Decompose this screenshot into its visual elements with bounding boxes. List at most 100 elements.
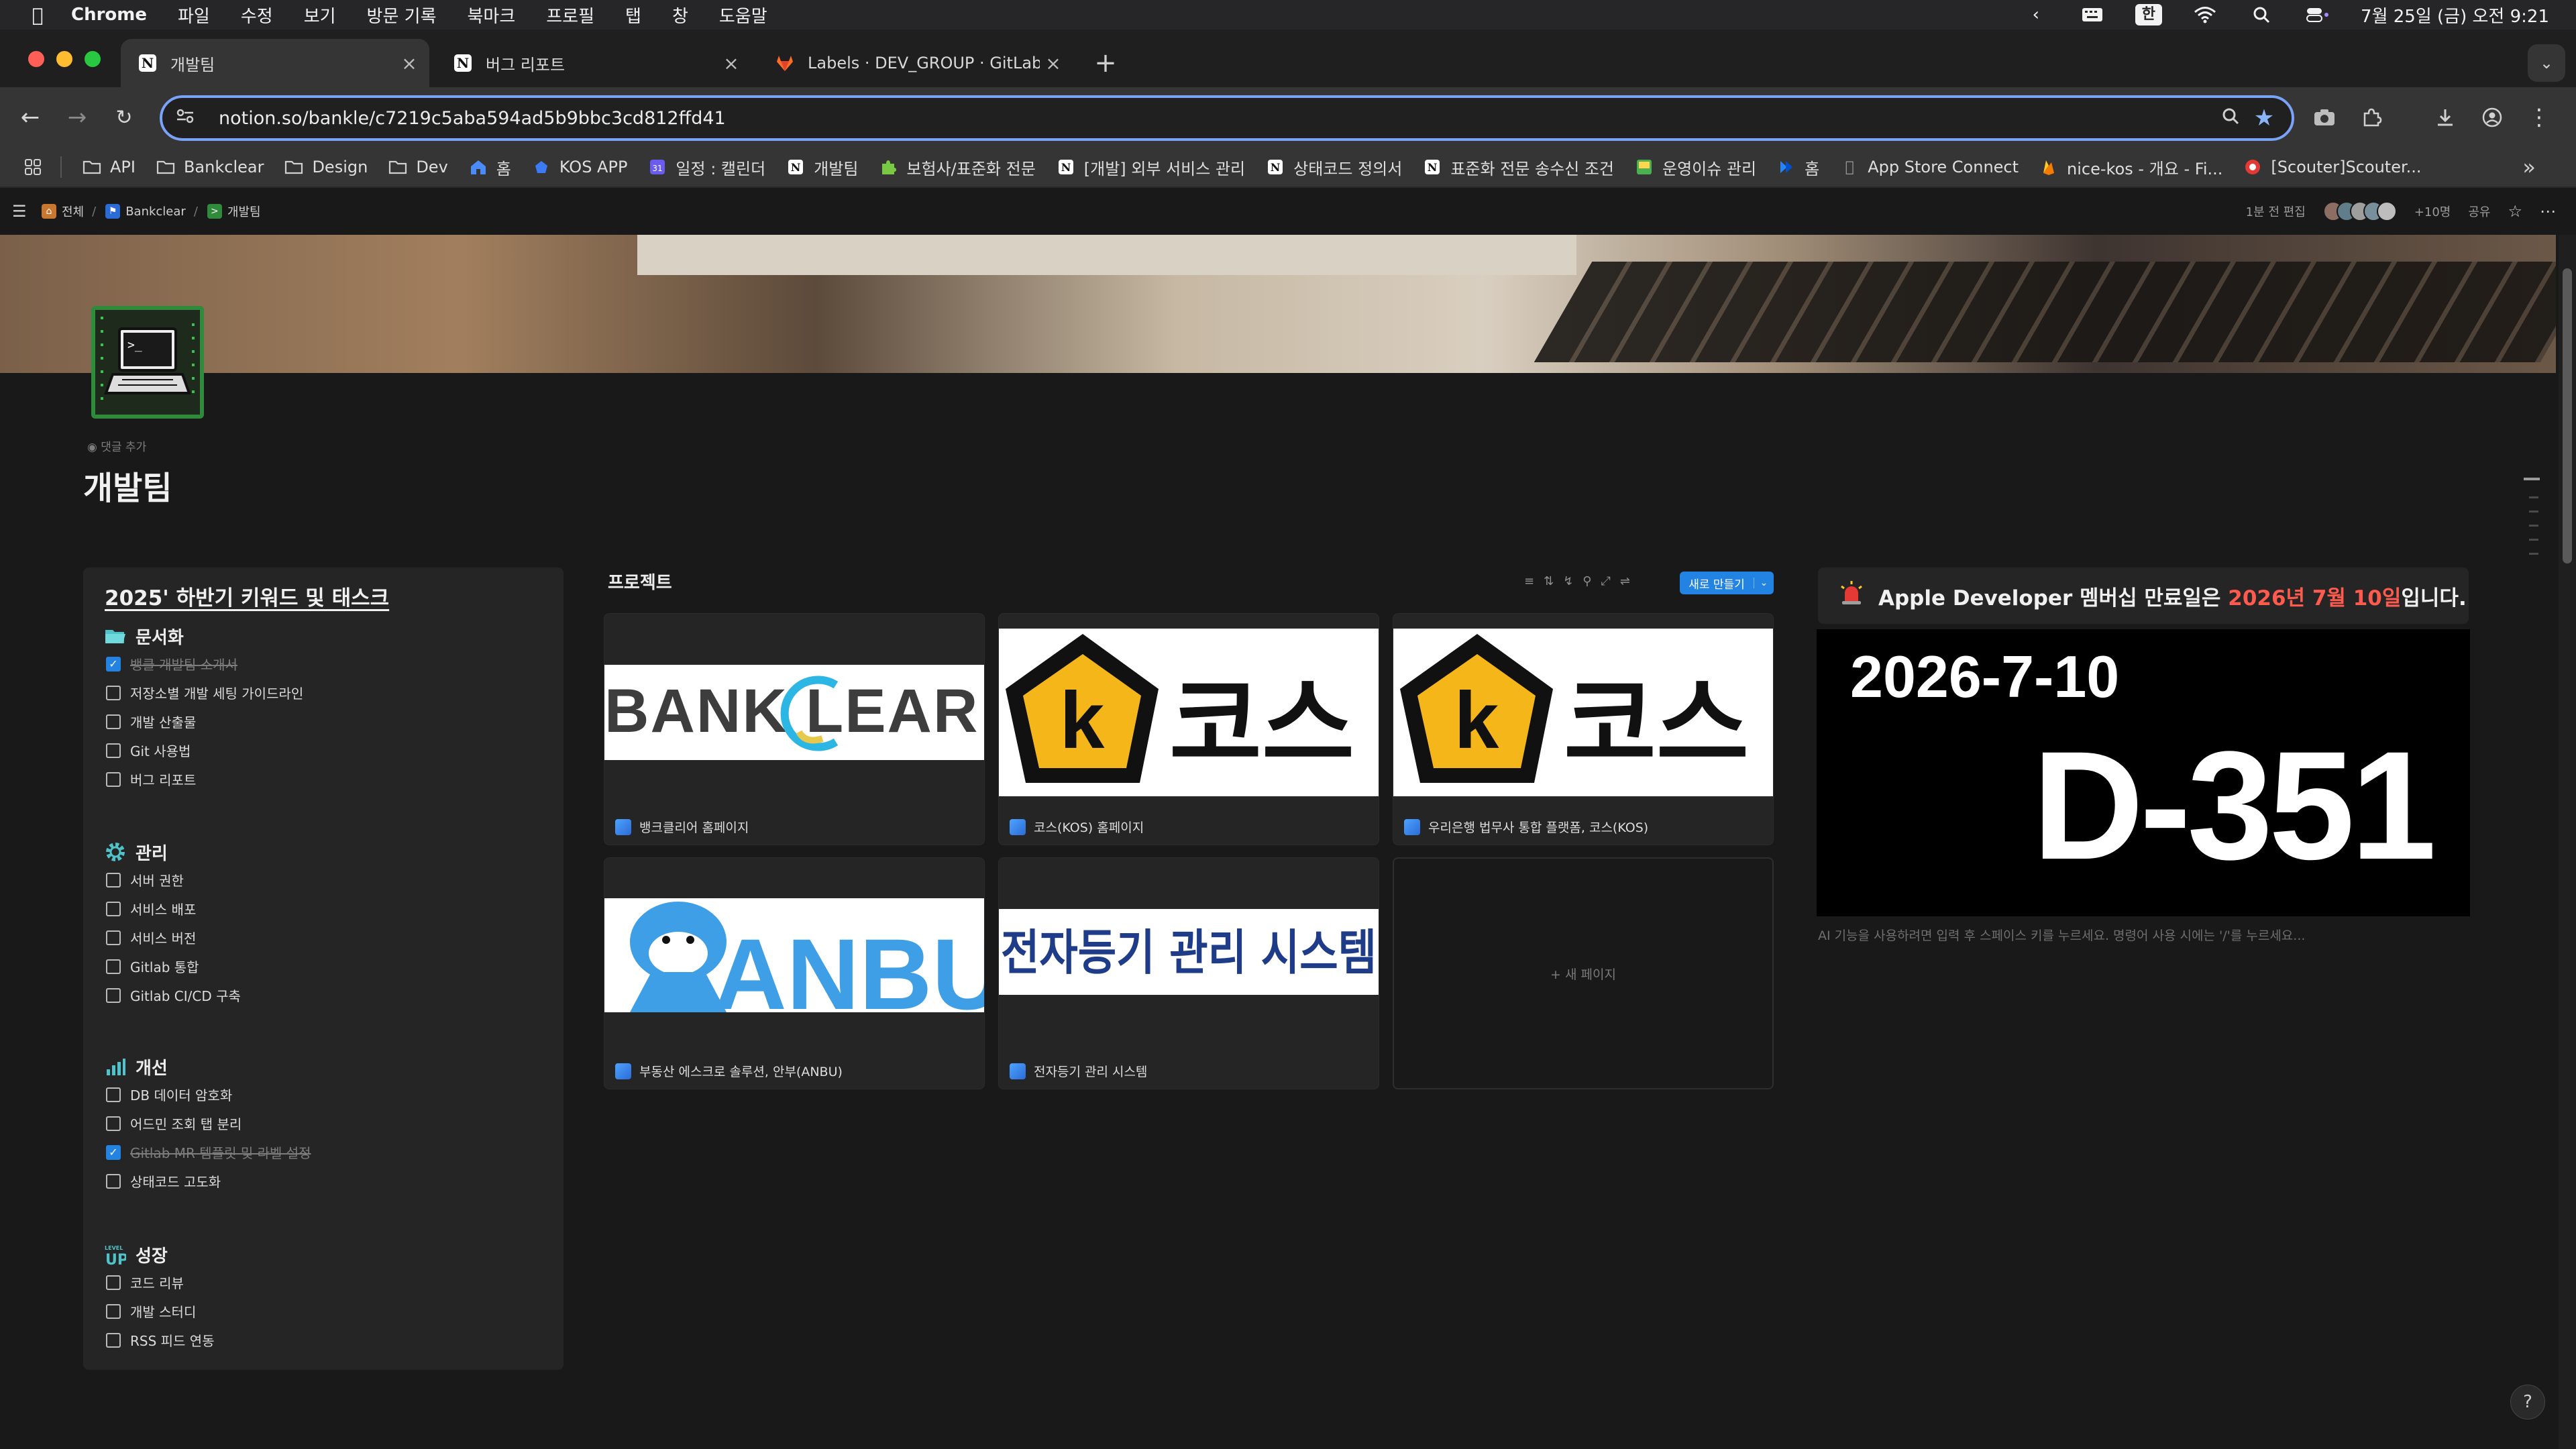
checkbox[interactable] [106,1303,121,1319]
checkbox[interactable] [106,1087,121,1102]
close-tab-icon[interactable]: × [396,52,423,74]
settings-sliders-icon[interactable]: ⇌ [1620,574,1630,588]
more-people-count[interactable]: +10명 [2414,203,2451,220]
profile-avatar-icon[interactable] [2475,101,2509,134]
new-page-card[interactable]: + 새 페이지 [1393,857,1774,1089]
bookmark-kos-app[interactable]: KOS APP [531,157,627,177]
menu-item-history[interactable]: 방문 기록 [367,3,437,28]
menu-item-profile[interactable]: 프로필 [546,3,594,28]
close-tab-icon[interactable]: × [718,52,745,74]
checkbox[interactable] [106,987,121,1003]
menu-item-help[interactable]: 도움말 [719,3,767,28]
todo-item[interactable]: 저장소별 개발 세팅 가이드라인 [103,678,303,707]
todo-item[interactable]: DB 데이터 암호화 [103,1080,311,1109]
add-comment-button[interactable]: ◉ 댓글 추가 [87,437,146,454]
more-options-icon[interactable]: ⋯ [2540,202,2556,221]
tab-bug-report[interactable]: N 버그 리포트 × [436,39,751,87]
bookmark-star-icon[interactable]: ★ [2247,105,2281,131]
breadcrumb-bankclear[interactable]: ⚑ Bankclear [105,204,186,219]
todo-item[interactable]: 코드 리뷰 [103,1268,215,1297]
todo-item[interactable]: RSS 피드 연동 [103,1326,215,1354]
breadcrumb-all[interactable]: ⌂ 전체 [42,203,84,220]
checkbox[interactable] [106,872,121,888]
checkbox[interactable] [106,1116,121,1131]
page-title[interactable]: 개발팀 [83,462,172,508]
back-icon[interactable]: ← [13,101,47,134]
collaborator-avatars[interactable] [2322,201,2397,221]
section-heading[interactable]: 개선 [103,1053,311,1080]
todo-item[interactable]: ✓ Gitlab MR 템플릿 및 라벨 설정 [103,1138,311,1167]
control-center-icon[interactable] [2304,5,2331,25]
breadcrumb-dev-team[interactable]: > 개발팀 [207,203,261,220]
checkbox[interactable] [106,685,121,700]
help-question-icon[interactable]: ? [2510,1385,2545,1419]
checkbox[interactable] [106,959,121,974]
zoom-magnifier-icon[interactable] [2214,107,2247,130]
checkbox[interactable] [106,771,121,787]
screenshot-camera-icon[interactable] [2308,101,2341,134]
reload-icon[interactable]: ↻ [107,101,141,134]
bookmark-scouter[interactable]: [Scouter]Scouter... [2243,157,2422,177]
minimize-window-button[interactable] [56,51,72,67]
wifi-icon[interactable] [2192,5,2218,25]
page-outline-ticks[interactable] [2529,496,2540,567]
expand-icon[interactable]: ⤢ [1601,574,1610,588]
projects-heading[interactable]: 프로젝트 [608,569,672,594]
checkbox-checked[interactable]: ✓ [106,1144,121,1160]
search-icon[interactable]: ⚲ [1582,574,1591,588]
bookmark-status-codes[interactable]: N 상태코드 정의서 [1265,156,1402,179]
menu-item-edit[interactable]: 수정 [241,3,273,28]
close-window-button[interactable] [28,51,44,67]
project-card-e-registry[interactable]: 전자등기 관리 시스템 전자등기 관리 시스템 [998,857,1379,1089]
d-day-widget[interactable]: 2026-7-10 D-351 [1817,629,2470,916]
section-heading[interactable]: 문서화 [103,623,303,649]
section-heading[interactable]: LEVEL UP 성장 [103,1241,215,1268]
page-cover-image[interactable] [0,235,2556,373]
project-card-kos-platform[interactable]: k 코스 우리은행 법무사 통합 플랫폼, 코스(KOS) [1393,613,1774,845]
todo-item[interactable]: Gitlab CI/CD 구축 [103,981,241,1010]
bookmark-folder-api[interactable]: API [82,157,136,177]
tab-search-chevron-icon[interactable]: ⌄ [2528,44,2565,82]
sort-icon[interactable]: ⇅ [1544,574,1554,588]
checkbox[interactable] [106,901,121,916]
callout-title[interactable]: 2025' 하반기 키워드 및 태스크 [105,581,389,611]
checkbox[interactable] [106,1275,121,1290]
todo-item[interactable]: 서비스 버전 [103,923,241,952]
apps-grid-icon[interactable] [24,158,42,176]
menu-item-window[interactable]: 창 [672,3,688,28]
project-card-anbu[interactable]: ANBU 부동산 에스크로 솔루션, 안부(ANBU) [604,857,985,1089]
todo-item[interactable]: 개발 스터디 [103,1297,215,1326]
bookmark-ops-issues[interactable]: 운영이슈 관리 [1634,156,1756,179]
forward-icon[interactable]: → [60,101,94,134]
checkbox[interactable] [106,714,121,729]
menu-item-view[interactable]: 보기 [304,3,336,28]
bookmark-dev-team[interactable]: N 개발팀 [786,156,858,179]
outline-active-marker[interactable] [2524,478,2540,480]
download-icon[interactable] [2428,101,2462,134]
checkbox[interactable] [106,1332,121,1348]
todo-item[interactable]: 상태코드 고도화 [103,1167,311,1195]
bookmark-folder-dev[interactable]: Dev [388,157,448,177]
sidebar-menu-icon[interactable]: ☰ [12,202,32,221]
scrollbar-thumb[interactable] [2563,268,2572,564]
chevron-left-icon[interactable]: ‹ [2023,5,2049,25]
address-url[interactable]: notion.so/bankle/c7219c5aba594ad5b9bbc3c… [219,108,2214,129]
checkbox[interactable] [106,930,121,945]
tab-gitlab-labels[interactable]: Labels · DEV_GROUP · GitLab × [758,39,1073,87]
page-scrollbar[interactable] [2559,235,2576,1449]
section-heading[interactable]: 관리 [103,839,241,865]
close-tab-icon[interactable]: × [1040,52,1067,74]
filter-icon[interactable]: ≡ [1524,574,1534,588]
site-settings-icon[interactable] [176,108,203,129]
bookmark-insurance-spec[interactable]: 보험사/표준화 전문 [878,156,1036,179]
page-icon-laptop[interactable]: >_ [91,306,204,419]
menu-item-tab[interactable]: 탭 [625,3,641,28]
todo-item[interactable]: 서버 권한 [103,865,241,894]
spotlight-search-icon[interactable] [2248,5,2275,25]
apple-membership-callout[interactable]: Apple Developer 멤버십 만료일은 2026년 7월 10일 입니… [1818,568,2469,624]
todo-item[interactable]: Git 사용법 [103,736,303,765]
menu-bar-clock[interactable]: 7월 25일 (금) 오전 9:21 [2361,3,2549,28]
menu-item-file[interactable]: 파일 [178,3,210,28]
menu-app-name[interactable]: Chrome [71,5,147,25]
bookmark-external-services[interactable]: N [개발] 외부 서비스 관리 [1056,156,1245,179]
